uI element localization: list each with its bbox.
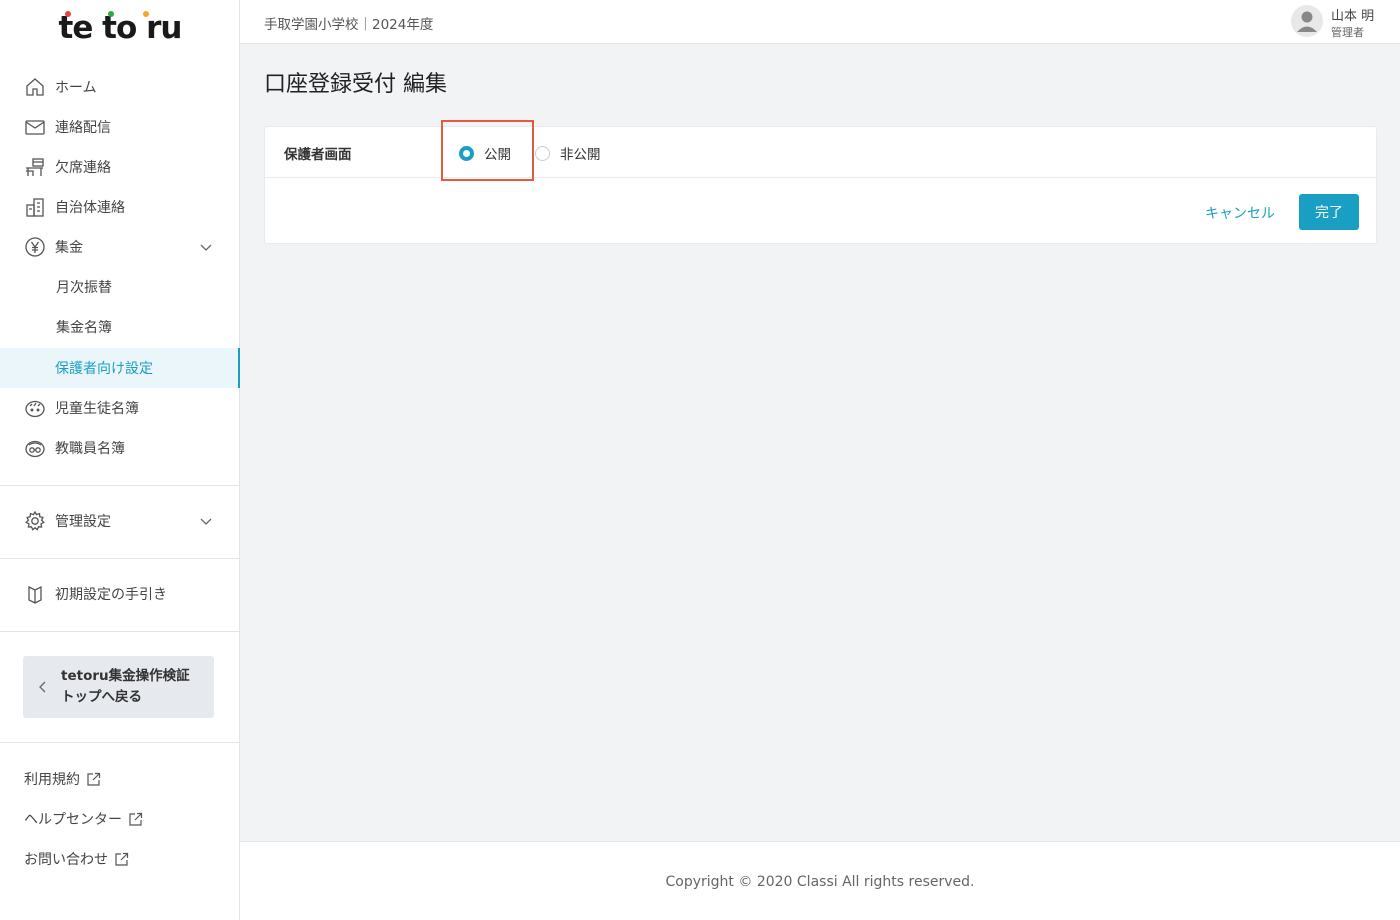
sidebar-item-staff-roster[interactable]: 教職員名簿: [0, 428, 240, 468]
external-link-icon: [129, 812, 143, 826]
sidebar-item-setup-guide[interactable]: 初期設定の手引き: [0, 574, 240, 614]
back-to-top-button[interactable]: tetoru集金操作検証 トップへ戻る: [23, 656, 214, 718]
back-line-2: トップへ戻る: [61, 689, 142, 705]
sidebar-item-label: 初期設定の手引き: [55, 587, 167, 603]
sidebar-item-label: 集金名簿: [56, 320, 112, 336]
logo-dot-orange: [142, 11, 149, 17]
settings-card: 保護者画面 公開 非公開 キャンセル 完了: [264, 126, 1377, 244]
sidebar-item-label: 自治体連絡: [55, 200, 125, 216]
row-label: 保護者画面: [284, 147, 352, 163]
top-header: 手取学園小学校｜2024年度 山本 明 管理者: [240, 0, 1400, 44]
gear-icon: [24, 510, 46, 532]
sidebar-divider: [0, 742, 239, 743]
guardian-screen-row: 保護者画面 公開 非公開: [265, 127, 1376, 178]
sidebar-item-label: 集金: [55, 240, 83, 256]
child-face-icon: [24, 397, 46, 419]
home-icon: [24, 76, 46, 98]
sidebar-item-admin-settings[interactable]: 管理設定: [0, 501, 240, 541]
highlight-box: [441, 120, 534, 181]
sidebar-item-label: ホーム: [55, 80, 97, 96]
contact-link[interactable]: お問い合わせ: [24, 849, 129, 869]
chevron-down-icon: [200, 244, 212, 251]
sidebar-item-monthly-transfer[interactable]: 月次振替: [0, 267, 240, 307]
radio-private[interactable]: 非公開: [535, 143, 601, 163]
contact-label: お問い合わせ: [24, 852, 108, 868]
sidebar-item-absence[interactable]: 欠席連絡: [0, 147, 240, 187]
avatar[interactable]: [1291, 5, 1323, 37]
school-name: 手取学園小学校｜2024年度: [264, 17, 434, 33]
mail-icon: [24, 116, 46, 138]
done-button[interactable]: 完了: [1299, 194, 1359, 230]
building-icon: [24, 196, 46, 218]
radio-private-label: 非公開: [560, 147, 601, 163]
sidebar-item-label: 月次振替: [56, 280, 112, 296]
sidebar-item-guardian-settings[interactable]: 保護者向け設定: [0, 348, 240, 388]
sidebar-item-label: 教職員名簿: [55, 441, 125, 457]
terms-link[interactable]: 利用規約: [24, 769, 101, 789]
tetoru-logo[interactable]: te to ru: [0, 8, 240, 48]
sidebar-item-label: 保護者向け設定: [55, 361, 153, 377]
sidebar-divider: [0, 631, 239, 632]
page-footer: Copyright © 2020 Classi All rights reser…: [240, 841, 1400, 920]
logo-dot-red: [64, 11, 71, 17]
sidebar-divider: [0, 558, 239, 559]
help-center-label: ヘルプセンター: [24, 812, 122, 828]
sidebar-item-collection-roster[interactable]: 集金名簿: [0, 307, 240, 347]
sidebar-item-label: 連絡配信: [55, 120, 111, 136]
help-center-link[interactable]: ヘルプセンター: [24, 809, 143, 829]
user-name[interactable]: 山本 明: [1331, 5, 1374, 24]
sidebar-item-municipal[interactable]: 自治体連絡: [0, 187, 240, 227]
chevron-left-icon: [37, 678, 51, 697]
sidebar-divider: [0, 485, 239, 486]
page-title: 口座登録受付 編集: [264, 72, 447, 97]
book-icon: [24, 583, 46, 605]
external-link-icon: [115, 852, 129, 866]
sidebar-item-home[interactable]: ホーム: [0, 67, 240, 107]
logo-dot-green: [107, 11, 114, 17]
sidebar-item-collection[interactable]: 集金: [0, 227, 240, 267]
terms-label: 利用規約: [24, 772, 80, 788]
cancel-button[interactable]: キャンセル: [1205, 203, 1275, 223]
copyright-text: Copyright © 2020 Classi All rights reser…: [665, 874, 975, 890]
sidebar-item-student-roster[interactable]: 児童生徒名簿: [0, 388, 240, 428]
chevron-down-icon: [200, 518, 212, 525]
sidebar: te to ru ホーム 連絡配信 欠席連絡 自治体連絡 集金 月次振替 集金名…: [0, 0, 240, 920]
yen-icon: [24, 236, 46, 258]
back-line-1: tetoru集金操作検証: [61, 668, 190, 684]
desk-icon: [24, 156, 46, 178]
user-role: 管理者: [1331, 26, 1364, 39]
radio-unchecked-icon: [535, 145, 550, 161]
sidebar-item-label: 児童生徒名簿: [55, 401, 139, 417]
teacher-face-icon: [24, 437, 46, 459]
sidebar-item-label: 管理設定: [55, 514, 111, 530]
external-link-icon: [87, 772, 101, 786]
sidebar-item-messages[interactable]: 連絡配信: [0, 107, 240, 147]
sidebar-item-label: 欠席連絡: [55, 160, 111, 176]
